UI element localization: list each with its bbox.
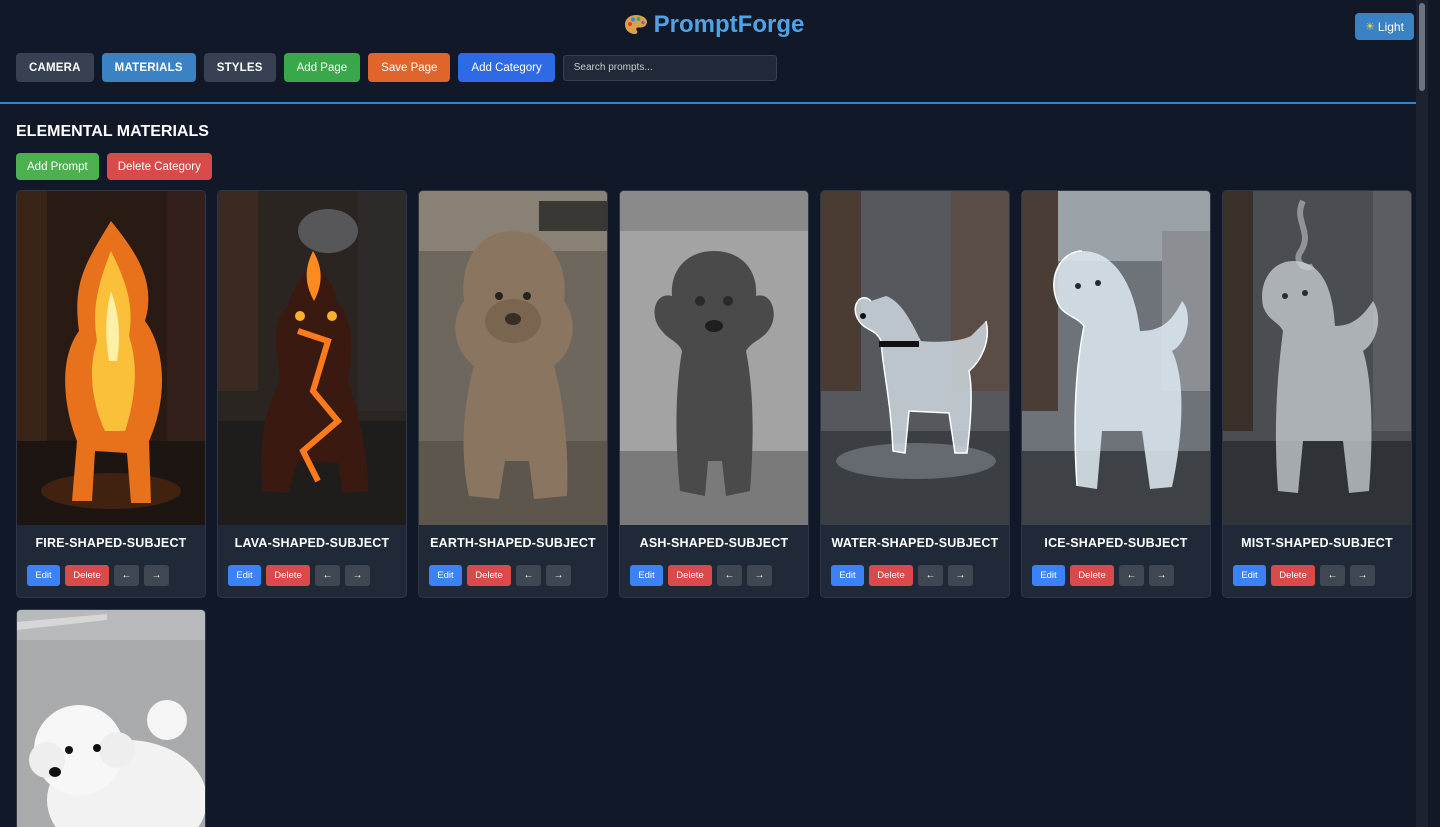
- move-right-button[interactable]: →: [345, 565, 370, 586]
- prompt-actions: Edit Delete ← →: [1032, 565, 1174, 586]
- move-left-button[interactable]: ←: [717, 565, 742, 586]
- category-tab-styles[interactable]: STYLES: [203, 53, 276, 82]
- save-page-button[interactable]: Save Page: [368, 53, 451, 82]
- prompt-actions: Edit Delete ← →: [1233, 565, 1375, 586]
- edit-button[interactable]: Edit: [1233, 565, 1266, 586]
- add-prompt-button[interactable]: Add Prompt: [16, 153, 99, 180]
- prompt-name: ASH-SHAPED-SUBJECT: [639, 536, 789, 550]
- theme-toggle-button[interactable]: ☀ Light: [1355, 13, 1414, 40]
- prompt-actions: Edit Delete ← →: [831, 565, 973, 586]
- category-tab-materials[interactable]: MATERIALS: [101, 53, 196, 82]
- move-right-button[interactable]: →: [1149, 565, 1174, 586]
- header: PromptForge ☀ Light CAMERA MATERIALS STY…: [0, 0, 1428, 104]
- delete-button[interactable]: Delete: [668, 565, 712, 586]
- add-category-button[interactable]: Add Category: [458, 53, 555, 82]
- prompt-name: WATER-SHAPED-SUBJECT: [831, 536, 999, 550]
- prompt-image: [1022, 191, 1210, 525]
- prompt-actions: Edit Delete ← →: [27, 565, 169, 586]
- move-left-button[interactable]: ←: [1119, 565, 1144, 586]
- prompt-actions: Edit Delete ← →: [429, 565, 571, 586]
- page-scrollbar[interactable]: [1416, 0, 1428, 827]
- move-right-button[interactable]: →: [948, 565, 973, 586]
- move-right-button[interactable]: →: [546, 565, 571, 586]
- edit-button[interactable]: Edit: [831, 565, 864, 586]
- sun-icon: ☀: [1365, 21, 1375, 33]
- app-title: PromptForge: [0, 11, 1428, 39]
- delete-category-button[interactable]: Delete Category: [106, 153, 212, 180]
- move-left-button[interactable]: ←: [1320, 565, 1345, 586]
- edit-button[interactable]: Edit: [228, 565, 261, 586]
- category-tab-camera[interactable]: CAMERA: [16, 53, 94, 82]
- move-left-button[interactable]: ←: [516, 565, 541, 586]
- move-left-button[interactable]: ←: [918, 565, 943, 586]
- prompt-card: [16, 609, 206, 827]
- prompt-image: [419, 191, 607, 525]
- prompt-card: FIRE-SHAPED-SUBJECT Edit Delete ← →: [16, 190, 206, 598]
- prompt-card: ICE-SHAPED-SUBJECT Edit Delete ← →: [1021, 190, 1211, 598]
- prompt-card: WATER-SHAPED-SUBJECT Edit Delete ← →: [820, 190, 1010, 598]
- delete-button[interactable]: Delete: [266, 565, 310, 586]
- app-title-text: PromptForge: [653, 11, 805, 38]
- scrollbar-thumb[interactable]: [1419, 3, 1425, 91]
- prompt-image: [620, 191, 808, 525]
- delete-button[interactable]: Delete: [65, 565, 109, 586]
- add-page-button[interactable]: Add Page: [283, 53, 361, 82]
- toolbar: CAMERA MATERIALS STYLES Add Page Save Pa…: [16, 53, 777, 82]
- prompt-name: ICE-SHAPED-SUBJECT: [1044, 536, 1188, 550]
- section-actions: Add Prompt Delete Category: [16, 153, 212, 180]
- prompt-card: LAVA-SHAPED-SUBJECT Edit Delete ← →: [217, 190, 407, 598]
- move-left-button[interactable]: ←: [315, 565, 340, 586]
- section-title: ELEMENTAL MATERIALS: [16, 123, 209, 140]
- prompt-image: [17, 191, 205, 525]
- prompt-image: [1223, 191, 1411, 525]
- prompt-name: LAVA-SHAPED-SUBJECT: [234, 536, 390, 550]
- prompt-image: [218, 191, 406, 525]
- search-input[interactable]: [562, 54, 777, 81]
- delete-button[interactable]: Delete: [869, 565, 913, 586]
- theme-toggle-label: Light: [1377, 19, 1404, 34]
- prompt-card: ASH-SHAPED-SUBJECT Edit Delete ← →: [619, 190, 809, 598]
- edit-button[interactable]: Edit: [1032, 565, 1065, 586]
- prompt-name: MIST-SHAPED-SUBJECT: [1241, 536, 1393, 550]
- prompt-actions: Edit Delete ← →: [630, 565, 772, 586]
- prompt-actions: Edit Delete ← →: [228, 565, 370, 586]
- prompt-image: [17, 610, 205, 827]
- palette-icon: [624, 14, 648, 36]
- move-right-button[interactable]: →: [747, 565, 772, 586]
- move-right-button[interactable]: →: [1350, 565, 1375, 586]
- delete-button[interactable]: Delete: [1070, 565, 1114, 586]
- prompt-card: EARTH-SHAPED-SUBJECT Edit Delete ← →: [418, 190, 608, 598]
- prompt-card: MIST-SHAPED-SUBJECT Edit Delete ← →: [1222, 190, 1412, 598]
- move-left-button[interactable]: ←: [114, 565, 139, 586]
- move-right-button[interactable]: →: [144, 565, 169, 586]
- delete-button[interactable]: Delete: [1271, 565, 1315, 586]
- delete-button[interactable]: Delete: [467, 565, 511, 586]
- edit-button[interactable]: Edit: [630, 565, 663, 586]
- prompt-image: [821, 191, 1009, 525]
- edit-button[interactable]: Edit: [27, 565, 60, 586]
- prompt-grid: FIRE-SHAPED-SUBJECT Edit Delete ← → LAVA…: [16, 190, 1412, 827]
- prompt-name: EARTH-SHAPED-SUBJECT: [430, 536, 596, 550]
- prompt-name: FIRE-SHAPED-SUBJECT: [35, 536, 187, 550]
- app: PromptForge ☀ Light CAMERA MATERIALS STY…: [0, 0, 1428, 827]
- edit-button[interactable]: Edit: [429, 565, 462, 586]
